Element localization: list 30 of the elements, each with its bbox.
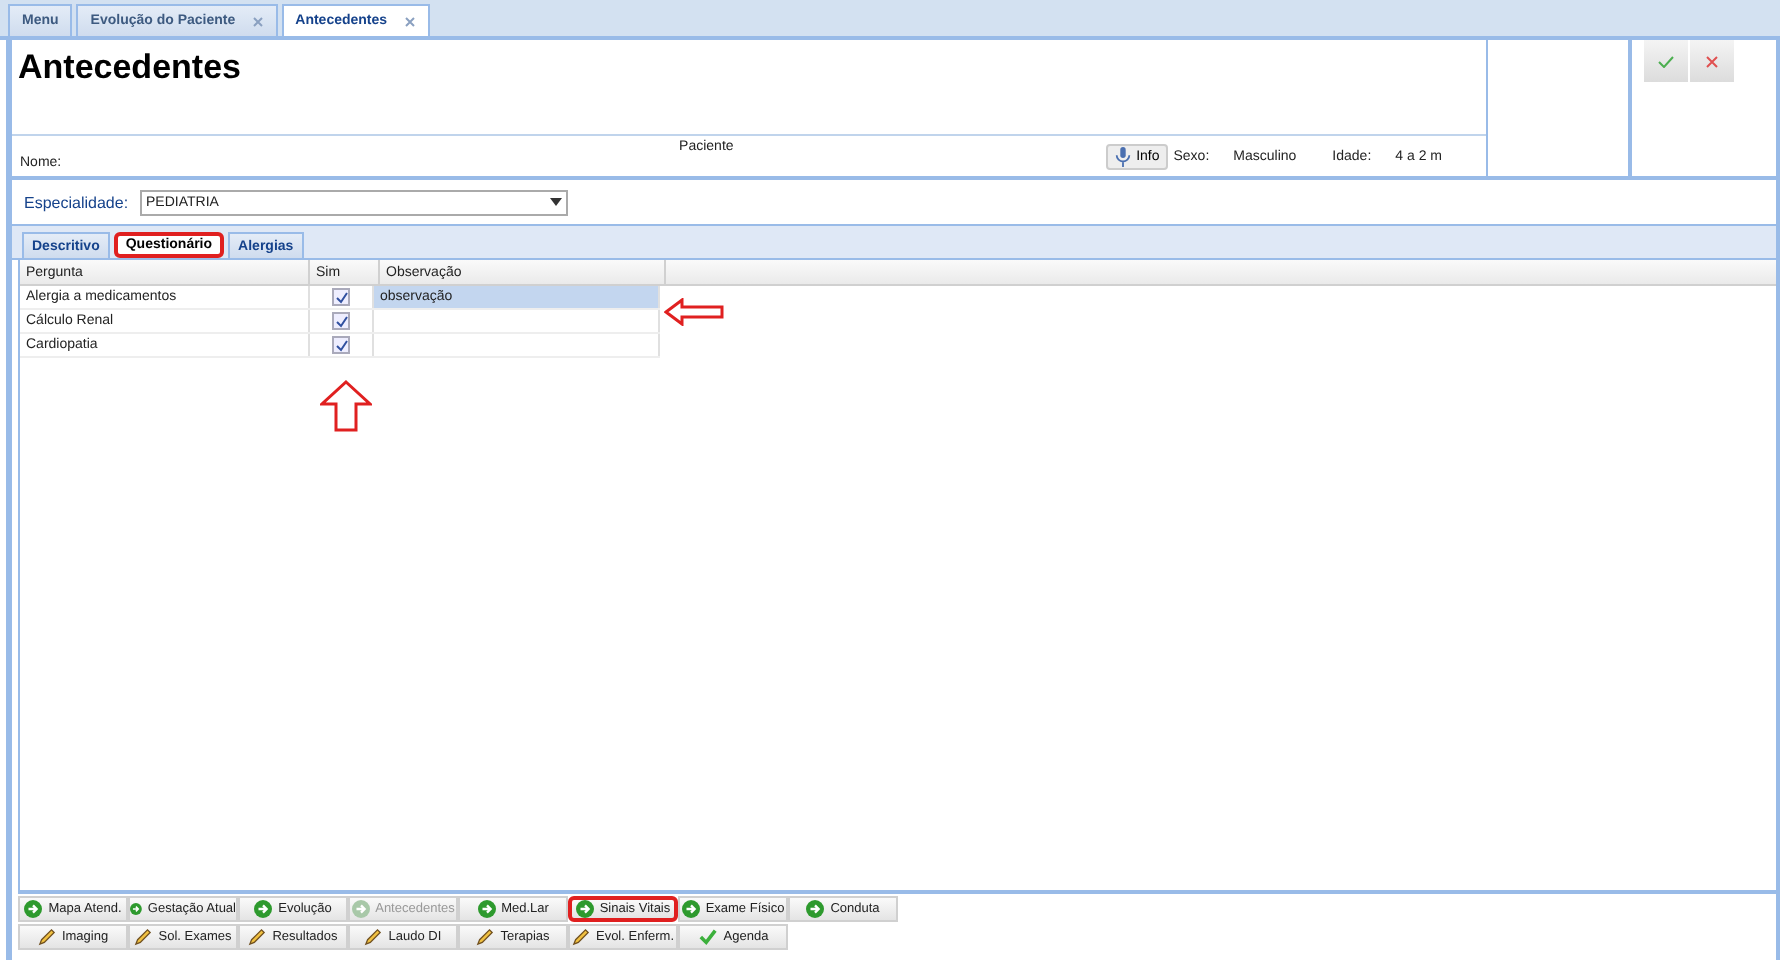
arrow-circle-icon [254, 900, 273, 918]
arrow-circle-icon [24, 900, 43, 918]
checkbox[interactable] [332, 312, 350, 330]
check-icon [697, 928, 718, 946]
pencil-icon [476, 928, 495, 946]
check-icon [1658, 55, 1674, 67]
pencil-icon [571, 928, 590, 946]
cancel-button[interactable] [1690, 40, 1736, 82]
arrow-circle-icon [681, 900, 700, 918]
arrow-circle-icon [351, 900, 370, 918]
checkbox[interactable] [332, 336, 350, 354]
close-icon[interactable] [403, 15, 416, 27]
arrow-circle-icon [130, 900, 142, 918]
arrow-circle-icon [575, 900, 594, 918]
arrow-circle-icon [477, 900, 496, 918]
pencil-icon [37, 928, 56, 946]
arrow-icon [320, 380, 372, 432]
close-icon[interactable] [251, 15, 264, 27]
checkbox[interactable] [332, 288, 350, 306]
page-title: Antecedentes [12, 40, 1486, 136]
microphone-icon [1114, 145, 1133, 167]
specialty-label: Especialidade: [24, 193, 131, 211]
arrow-icon [664, 298, 724, 326]
close-icon [1706, 55, 1718, 67]
confirm-button[interactable] [1644, 40, 1690, 82]
pencil-icon [134, 928, 153, 946]
pencil-icon [364, 928, 383, 946]
pencil-icon [248, 928, 267, 946]
caret-icon [550, 198, 562, 206]
arrow-circle-icon [806, 900, 825, 918]
